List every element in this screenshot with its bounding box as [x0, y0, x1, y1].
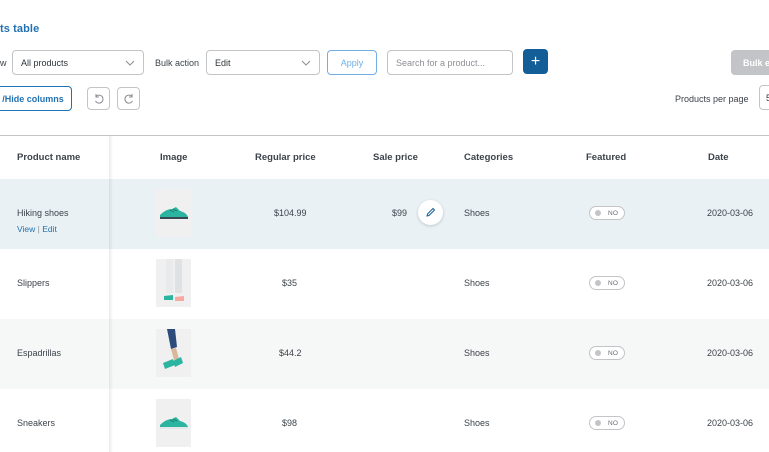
product-date[interactable]: 2020-03-06: [707, 348, 753, 358]
product-name[interactable]: Slippers: [17, 278, 50, 288]
column-header-date[interactable]: Date: [708, 152, 729, 163]
column-header-categories[interactable]: Categories: [464, 152, 513, 163]
toggle-knob: [595, 350, 601, 356]
redo-icon: [123, 93, 133, 104]
column-header-image: Image: [160, 152, 188, 163]
bulk-edit-button[interactable]: Bulk e: [731, 50, 769, 75]
product-image[interactable]: [156, 329, 191, 377]
featured-value: NO: [608, 349, 619, 357]
table-row[interactable]: Slippers $35 Shoes NO 2020-03-06: [0, 249, 769, 319]
column-header-product-name[interactable]: Product name: [17, 152, 80, 163]
featured-toggle[interactable]: NO: [589, 276, 625, 290]
products-per-page-label: Products per page: [675, 94, 749, 104]
featured-value: NO: [608, 419, 619, 427]
product-date[interactable]: 2020-03-06: [707, 418, 753, 428]
column-header-regular-price[interactable]: Regular price: [255, 152, 316, 163]
regular-price[interactable]: $35: [282, 278, 297, 288]
regular-price[interactable]: $104.99: [274, 208, 307, 218]
plus-icon: +: [530, 52, 541, 70]
featured-toggle[interactable]: NO: [589, 206, 625, 220]
row-actions: View | Edit: [17, 224, 57, 234]
column-header-sale-price[interactable]: Sale price: [373, 152, 418, 163]
undo-icon: [94, 93, 104, 104]
row-actions-separator: |: [37, 224, 40, 234]
green-sneaker-icon: [159, 417, 188, 429]
pencil-icon: [426, 207, 436, 217]
bulk-action-label: Bulk action: [155, 58, 200, 68]
sale-price[interactable]: $99: [392, 208, 407, 218]
bulk-action-value: Edit: [215, 57, 231, 68]
edit-cell-button[interactable]: [418, 200, 443, 225]
page-title: ts table: [0, 23, 40, 35]
toggle-knob: [595, 210, 601, 216]
product-image[interactable]: [156, 259, 191, 307]
product-name[interactable]: Hiking shoes: [17, 208, 69, 218]
undo-button[interactable]: [87, 87, 110, 110]
filter-label: w: [0, 58, 7, 68]
products-per-page-select[interactable]: 5: [759, 85, 769, 110]
bulk-action-select[interactable]: Edit: [206, 50, 320, 75]
featured-toggle[interactable]: NO: [589, 416, 625, 430]
apply-button[interactable]: Apply: [327, 50, 377, 75]
add-product-button[interactable]: +: [523, 49, 548, 74]
product-name[interactable]: Sneakers: [17, 418, 55, 428]
product-category[interactable]: Shoes: [464, 208, 490, 218]
products-table: Product name Image Regular price Sale pr…: [0, 135, 769, 452]
table-row[interactable]: Sneakers $98 Shoes NO 2020-03-06: [0, 389, 769, 452]
regular-price[interactable]: $98: [282, 418, 297, 428]
toggle-knob: [595, 420, 601, 426]
chevron-down-icon: [301, 60, 311, 66]
product-category[interactable]: Shoes: [464, 348, 490, 358]
product-category[interactable]: Shoes: [464, 418, 490, 428]
product-image[interactable]: [156, 399, 191, 447]
green-sneaker-icon: [159, 207, 188, 219]
sticky-column-shadow: [109, 136, 113, 452]
column-header-featured[interactable]: Featured: [586, 152, 626, 163]
product-image[interactable]: [156, 189, 191, 237]
table-header: Product name Image Regular price Sale pr…: [0, 136, 769, 179]
product-date[interactable]: 2020-03-06: [707, 278, 753, 288]
table-row[interactable]: Hiking shoes View | Edit $104.99 $99 Sho…: [0, 179, 769, 249]
product-filter-select[interactable]: All products: [12, 50, 144, 75]
redo-button[interactable]: [117, 87, 140, 110]
toggle-knob: [595, 280, 601, 286]
edit-link[interactable]: Edit: [42, 224, 57, 234]
featured-value: NO: [608, 209, 619, 217]
product-date[interactable]: 2020-03-06: [707, 208, 753, 218]
product-filter-value: All products: [21, 57, 69, 68]
featured-value: NO: [608, 279, 619, 287]
product-name[interactable]: Espadrillas: [17, 348, 61, 358]
view-link[interactable]: View: [17, 224, 35, 234]
search-input[interactable]: Search for a product...: [387, 50, 513, 75]
regular-price[interactable]: $44.2: [279, 348, 302, 358]
product-category[interactable]: Shoes: [464, 278, 490, 288]
table-row[interactable]: Espadrillas $44.2 Shoes NO 2020-03-06: [0, 319, 769, 389]
chevron-down-icon: [125, 60, 135, 66]
legs-with-espadrillas-icon: [162, 329, 183, 369]
show-hide-columns-button[interactable]: /Hide columns: [0, 86, 72, 111]
legs-with-slippers-icon: [163, 259, 184, 301]
featured-toggle[interactable]: NO: [589, 346, 625, 360]
